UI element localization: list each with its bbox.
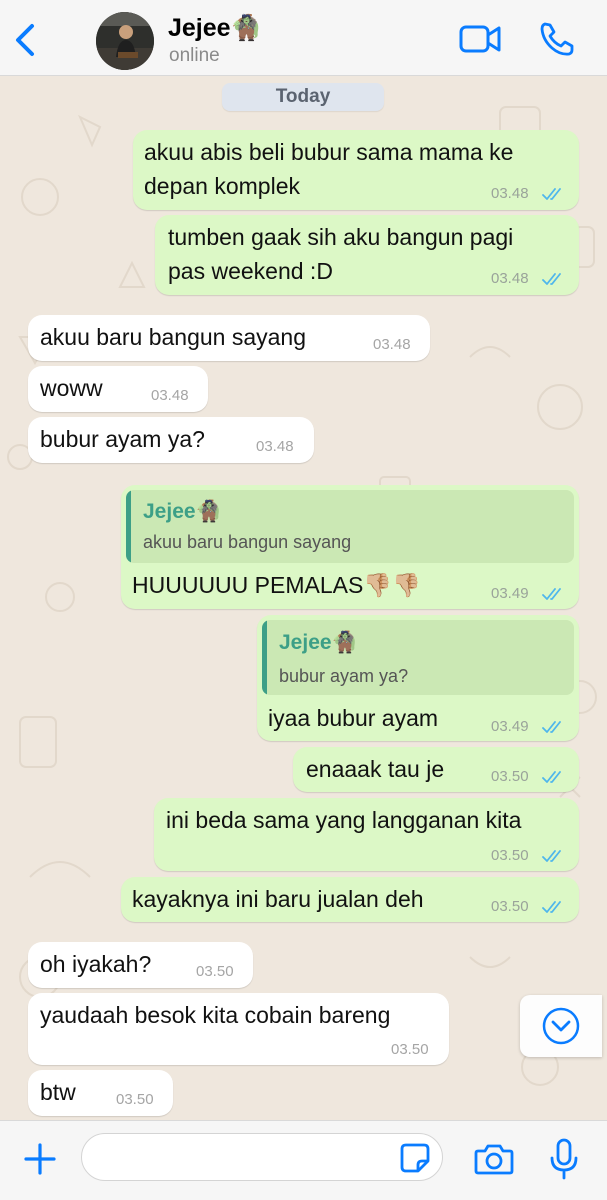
read-receipt-icon [542,588,561,600]
quoted-sender: Jejee🧌 [143,500,222,523]
video-call-button[interactable] [456,18,504,60]
date-divider: Today [222,83,384,111]
message-time: 03.50 [491,847,529,864]
quoted-sender: Jejee🧌 [279,631,358,654]
message-bubble-incoming[interactable]: bubur ayam ya? 03.48 [28,417,314,463]
sticker-icon [400,1143,430,1173]
scroll-to-bottom-button[interactable] [520,995,602,1057]
message-input[interactable] [81,1133,443,1181]
read-receipt-icon [542,901,561,913]
plus-icon [24,1143,56,1175]
read-receipt-icon [542,188,561,200]
message-text: tumben gaak sih aku bangun pagi [168,224,514,250]
message-time: 03.48 [256,438,294,455]
message-time: 03.50 [491,898,529,915]
message-text: enaaak tau je [306,756,445,782]
camera-button[interactable] [472,1139,516,1179]
message-bubble-incoming[interactable]: yaudaah besok kita cobain bareng 03.50 [28,993,449,1065]
camera-icon [474,1144,514,1175]
message-text: kayaknya ini baru jualan deh [132,886,424,912]
message-time: 03.48 [491,270,529,287]
chevron-left-icon [16,24,34,56]
message-list[interactable]: Today akuu abis beli bubur sama mama ke … [0,77,607,1120]
composer-bar [0,1120,607,1200]
message-text: btw [40,1079,76,1105]
message-text: yaudaah besok kita cobain bareng [40,1002,391,1028]
message-time: 03.50 [116,1091,154,1108]
chat-header: Jejee🧌 online [0,0,607,76]
quoted-text: bubur ayam ya? [279,666,409,686]
message-time: 03.48 [491,185,529,202]
message-text: woww [40,375,103,401]
message-time: 03.48 [373,336,411,353]
message-bubble-outgoing[interactable]: akuu abis beli bubur sama mama ke depan … [133,130,579,210]
message-bubble-incoming[interactable]: btw 03.50 [28,1070,173,1116]
message-bubble-incoming[interactable]: woww 03.48 [28,366,208,412]
voice-call-button[interactable] [532,18,580,60]
quote-accent-bar [126,490,131,563]
contact-status: online [169,45,220,66]
message-time: 03.48 [151,387,189,404]
video-camera-icon [459,25,501,53]
back-button[interactable] [6,18,46,62]
message-text: bubur ayam ya? [40,426,205,452]
message-time: 03.50 [196,963,234,980]
contact-emoji: 🧌 [230,14,262,42]
voice-message-button[interactable] [547,1136,581,1182]
message-time: 03.49 [491,585,529,602]
message-bubble-outgoing[interactable]: kayaknya ini baru jualan deh 03.50 [121,877,579,922]
avatar[interactable] [96,12,154,70]
quoted-text: akuu baru bangun sayang [143,532,352,552]
read-receipt-icon [542,850,561,862]
message-text: HUUUUUU PEMALAS👎🏼👎🏼 [132,572,421,598]
message-bubble-outgoing[interactable]: enaaak tau je 03.50 [293,747,579,792]
message-time: 03.50 [391,1041,429,1058]
quoted-message[interactable]: Jejee🧌 bubur ayam ya? [262,620,574,695]
message-text: ini beda sama yang langganan kita [166,807,522,833]
read-receipt-icon [542,771,561,783]
message-time: 03.50 [491,768,529,785]
message-text: iyaa bubur ayam [268,705,439,731]
message-text: oh iyakah? [40,951,152,977]
message-bubble-incoming[interactable]: akuu baru bangun sayang 03.48 [28,315,430,361]
message-text: depan komplek [144,173,300,199]
message-bubble-outgoing-reply[interactable]: Jejee🧌 bubur ayam ya? iyaa bubur ayam 03… [257,615,579,741]
message-bubble-incoming[interactable]: oh iyakah? 03.50 [28,942,253,988]
quoted-message[interactable]: Jejee🧌 akuu baru bangun sayang [126,490,574,563]
message-bubble-outgoing[interactable]: ini beda sama yang langganan kita 03.50 [154,798,579,871]
message-bubble-outgoing[interactable]: tumben gaak sih aku bangun pagi pas week… [155,215,579,295]
quote-accent-bar [262,620,267,695]
contact-name-text: Jejee [168,14,231,42]
contact-name[interactable]: Jejee🧌 [168,14,262,43]
message-text: akuu abis beli bubur sama mama ke [144,139,514,165]
phone-icon [540,22,574,56]
message-time: 03.49 [491,718,529,735]
message-text: pas weekend :D [168,258,333,284]
sticker-button[interactable] [398,1141,432,1175]
read-receipt-icon [542,273,561,285]
chevron-down-circle-icon [542,1007,580,1045]
read-receipt-icon [542,721,561,733]
message-bubble-outgoing-reply[interactable]: Jejee🧌 akuu baru bangun sayang HUUUUUU P… [121,485,579,609]
microphone-icon [550,1138,578,1180]
attach-button[interactable] [18,1137,62,1181]
message-text: akuu baru bangun sayang [40,324,306,350]
